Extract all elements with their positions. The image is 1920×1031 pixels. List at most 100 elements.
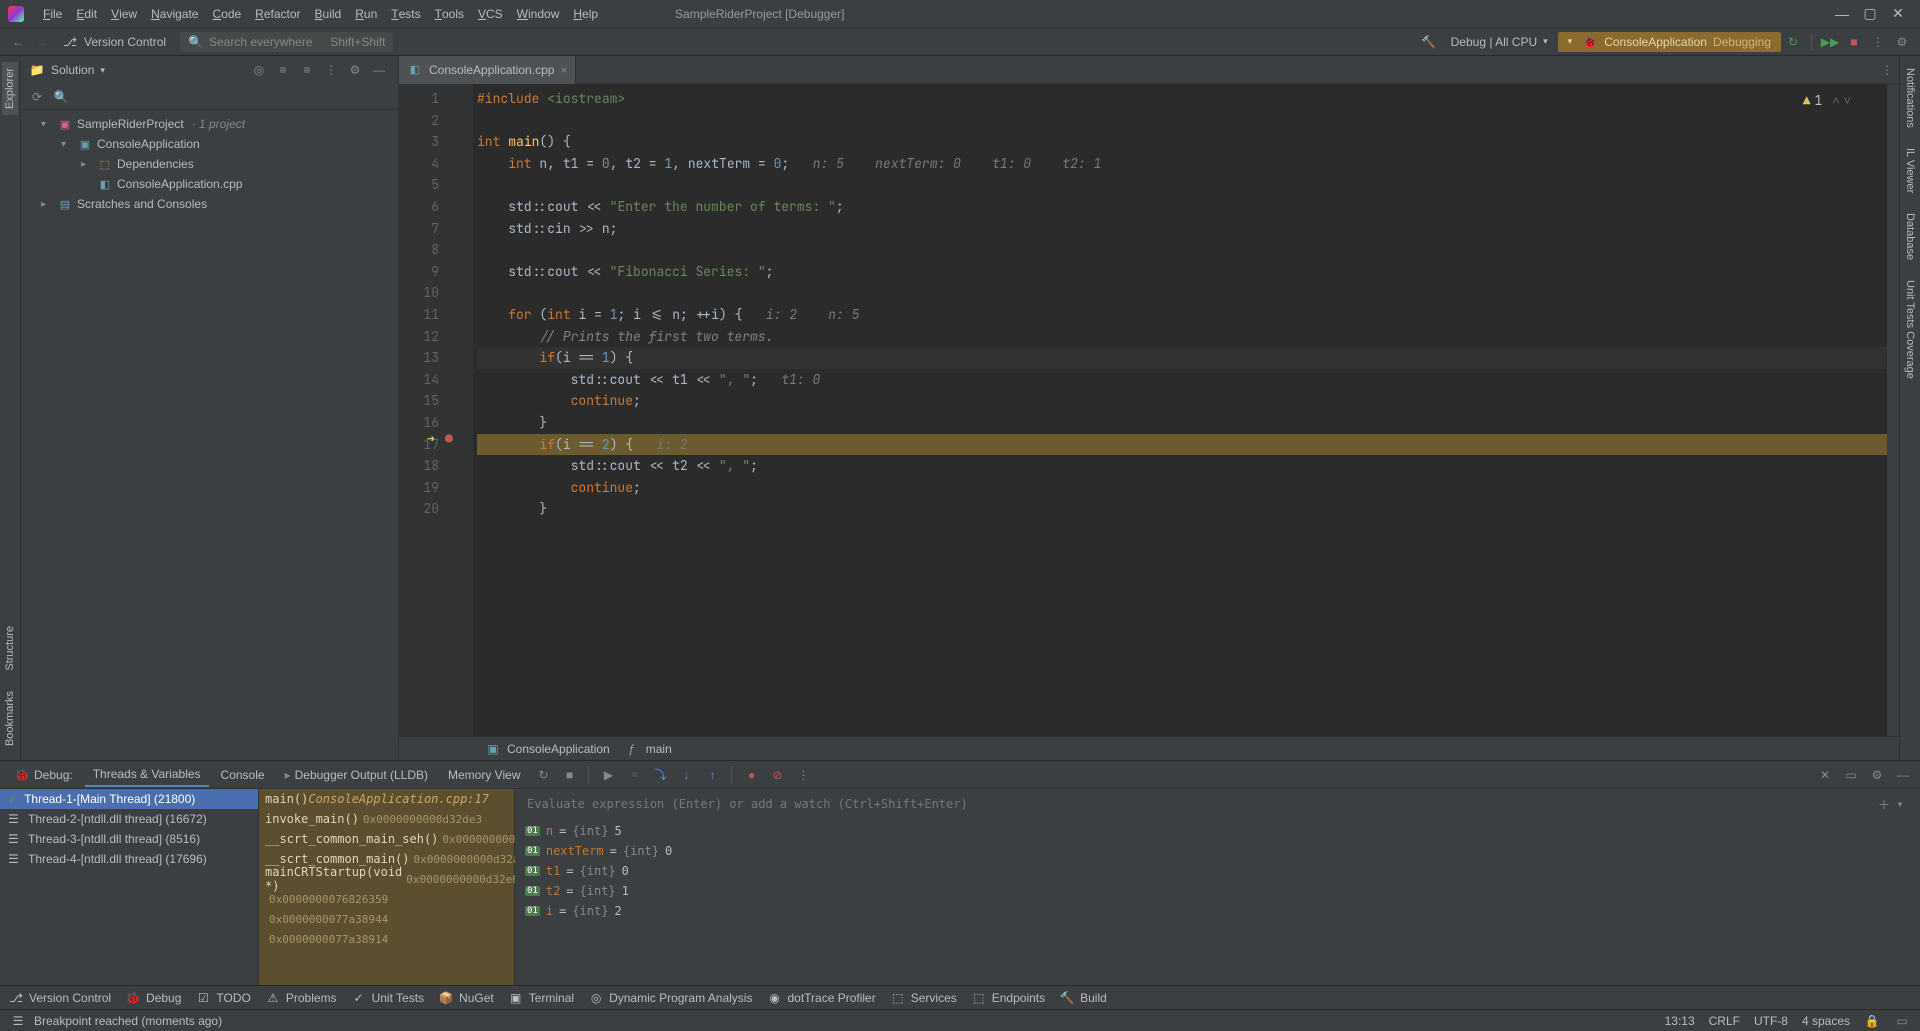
settings-button[interactable]: ⚙	[1890, 30, 1914, 54]
thread-item[interactable]: ☰Thread-3-[ntdll.dll thread] (8516)	[0, 829, 258, 849]
rerun-button[interactable]: ↻	[1781, 30, 1805, 54]
status-icon[interactable]: ☰	[10, 1013, 26, 1029]
inspection-badge[interactable]: ▲ 1 ˄ ˅	[1803, 90, 1851, 112]
resume-program-button[interactable]: ▶	[597, 764, 619, 786]
bottom-tab-problems[interactable]: ⚠Problems	[265, 990, 337, 1006]
menu-build[interactable]: Build	[308, 0, 349, 28]
step-into-button[interactable]: ↓	[675, 764, 697, 786]
bottom-tab-dottrace-profiler[interactable]: ◉dotTrace Profiler	[766, 990, 875, 1006]
explorer-tool-tab[interactable]: Explorer	[2, 62, 18, 115]
stack-frame[interactable]: 0x0000000077a38944	[259, 909, 514, 929]
close-debug-button[interactable]: ✕	[1814, 764, 1836, 786]
chevron-down-icon[interactable]: ˅	[1844, 90, 1851, 112]
resume-button[interactable]: ▶▶	[1818, 30, 1842, 54]
bottom-tab-endpoints[interactable]: ⬚Endpoints	[971, 990, 1045, 1006]
bottom-tab-dynamic-program-analysis[interactable]: ◎Dynamic Program Analysis	[588, 990, 752, 1006]
version-control-button[interactable]: ⎇ Version Control	[54, 34, 174, 50]
menu-view[interactable]: View	[104, 0, 144, 28]
debug-tab-console[interactable]: Console	[213, 764, 273, 786]
thread-item[interactable]: ✓Thread-1-[Main Thread] (21800)	[0, 789, 258, 809]
maximize-button[interactable]: ▢	[1856, 5, 1884, 22]
stack-frame[interactable]: __scrt_common_main_seh()0x0000000000d32c…	[259, 829, 514, 849]
caret-position[interactable]: 13:13	[1665, 1014, 1695, 1028]
layout-button[interactable]: ▭	[1840, 764, 1862, 786]
stack-frame[interactable]: 0x0000000076826359	[259, 889, 514, 909]
pause-program-button[interactable]: ⏸	[623, 764, 645, 786]
bottom-tab-nuget[interactable]: 📦NuGet	[438, 990, 494, 1006]
stop-button[interactable]: ■	[1842, 30, 1866, 54]
menu-file[interactable]: File	[36, 0, 69, 28]
tree-solution-root[interactable]: ▾ ▣ SampleRiderProject · 1 project	[21, 114, 398, 134]
nav-back-button[interactable]: ←	[6, 30, 30, 54]
stack-frame[interactable]: mainCRTStartup(void *)0x0000000000d32e68	[259, 869, 514, 889]
expand-all-button[interactable]: ≡	[272, 59, 294, 81]
tree-source-file[interactable]: ◧ ConsoleApplication.cpp	[21, 174, 398, 194]
tree-project[interactable]: ▾ ▣ ConsoleApplication	[21, 134, 398, 154]
stack-frame[interactable]: 0x0000000077a38914	[259, 929, 514, 949]
view-breakpoints-button[interactable]: ●	[740, 764, 762, 786]
menu-refactor[interactable]: Refactor	[248, 0, 307, 28]
tree-dependencies[interactable]: ▸ ⬚ Dependencies	[21, 154, 398, 174]
variable-item[interactable]: 01t2= {int} 1	[525, 881, 1910, 901]
debug-tab-memory[interactable]: Memory View	[440, 764, 528, 786]
memory-indicator-icon[interactable]: ▭	[1894, 1013, 1910, 1029]
menu-edit[interactable]: Edit	[69, 0, 104, 28]
editor-tab-active[interactable]: ◧ ConsoleApplication.cpp ×	[399, 56, 576, 84]
debug-tab-threads[interactable]: Threads & Variables	[85, 763, 209, 787]
coverage-tool-tab[interactable]: Unit Tests Coverage	[1902, 274, 1918, 385]
debug-target-pill[interactable]: ▾ 🐞 ConsoleApplication Debugging	[1558, 32, 1781, 52]
run-configuration-selector[interactable]: Debug | All CPU ▾	[1441, 35, 1558, 49]
structure-tool-tab[interactable]: Structure	[2, 620, 18, 677]
chevron-down-icon[interactable]: ▾	[100, 65, 105, 76]
build-button[interactable]: 🔨	[1417, 30, 1441, 54]
close-tab-button[interactable]: ×	[560, 63, 567, 77]
editor-scrollbar[interactable]	[1887, 84, 1899, 736]
editor-body[interactable]: 1234567891011121314151617181920 ➜● ▲ 1 ˄…	[399, 84, 1899, 736]
close-button[interactable]: ✕	[1884, 5, 1912, 22]
database-tool-tab[interactable]: Database	[1902, 207, 1918, 266]
rerun-debug-button[interactable]: ↻	[532, 764, 554, 786]
panel-minimize-button[interactable]: —	[368, 59, 390, 81]
stack-frame[interactable]: main() ConsoleApplication.cpp:17	[259, 789, 514, 809]
chevron-up-icon[interactable]: ˄	[1832, 90, 1839, 112]
breadcrumb-item-function[interactable]: ƒ main	[624, 741, 672, 757]
stack-frame[interactable]: invoke_main()0x0000000000d32de3	[259, 809, 514, 829]
bottom-tab-terminal[interactable]: ▣Terminal	[508, 990, 574, 1006]
thread-item[interactable]: ☰Thread-4-[ntdll.dll thread] (17696)	[0, 849, 258, 869]
notifications-tool-tab[interactable]: Notifications	[1902, 62, 1918, 134]
evaluate-expression-input[interactable]: Evaluate expression (Enter) or add a wat…	[515, 789, 1920, 819]
thread-item[interactable]: ☰Thread-2-[ntdll.dll thread] (16672)	[0, 809, 258, 829]
search-icon[interactable]: 🔍	[53, 89, 69, 105]
more-actions-button[interactable]: ⋮	[1866, 30, 1890, 54]
menu-run[interactable]: Run	[348, 0, 384, 28]
menu-code[interactable]: Code	[205, 0, 248, 28]
menu-vcs[interactable]: VCS	[471, 0, 510, 28]
sync-icon[interactable]: ⟳	[29, 89, 45, 105]
menu-window[interactable]: Window	[510, 0, 567, 28]
search-everywhere-button[interactable]: 🔍 Search everywhere Shift+Shift	[180, 32, 393, 52]
collapse-all-button[interactable]: ≡	[296, 59, 318, 81]
menu-tests[interactable]: Tests	[384, 0, 427, 28]
variable-item[interactable]: 01i= {int} 2	[525, 901, 1910, 921]
minimize-button[interactable]: —	[1828, 6, 1856, 22]
panel-options-button[interactable]: ⋮	[320, 59, 342, 81]
variable-item[interactable]: 01nextTerm= {int} 0	[525, 841, 1910, 861]
bottom-tab-build[interactable]: 🔨Build	[1059, 990, 1107, 1006]
locate-file-button[interactable]: ◎	[248, 59, 270, 81]
stop-debug-button[interactable]: ■	[558, 764, 580, 786]
menu-help[interactable]: Help	[566, 0, 605, 28]
file-encoding[interactable]: UTF-8	[1754, 1014, 1788, 1028]
mute-breakpoints-button[interactable]: ⊘	[766, 764, 788, 786]
menu-tools[interactable]: Tools	[428, 0, 471, 28]
bottom-tab-services[interactable]: ⬚Services	[890, 990, 957, 1006]
debug-tab-output[interactable]: ▸Debugger Output (LLDB)	[277, 764, 436, 786]
nav-forward-button[interactable]: →	[30, 30, 54, 54]
add-watch-button[interactable]: ＋	[1876, 796, 1892, 812]
il-viewer-tool-tab[interactable]: IL Viewer	[1902, 142, 1918, 199]
readonly-lock-icon[interactable]: 🔒	[1864, 1013, 1880, 1029]
line-separator[interactable]: CRLF	[1709, 1014, 1740, 1028]
step-out-button[interactable]: ↑	[701, 764, 723, 786]
breadcrumb-item-project[interactable]: ▣ ConsoleApplication	[485, 741, 610, 757]
menu-navigate[interactable]: Navigate	[144, 0, 205, 28]
bottom-tab-debug[interactable]: 🐞Debug	[125, 990, 181, 1006]
